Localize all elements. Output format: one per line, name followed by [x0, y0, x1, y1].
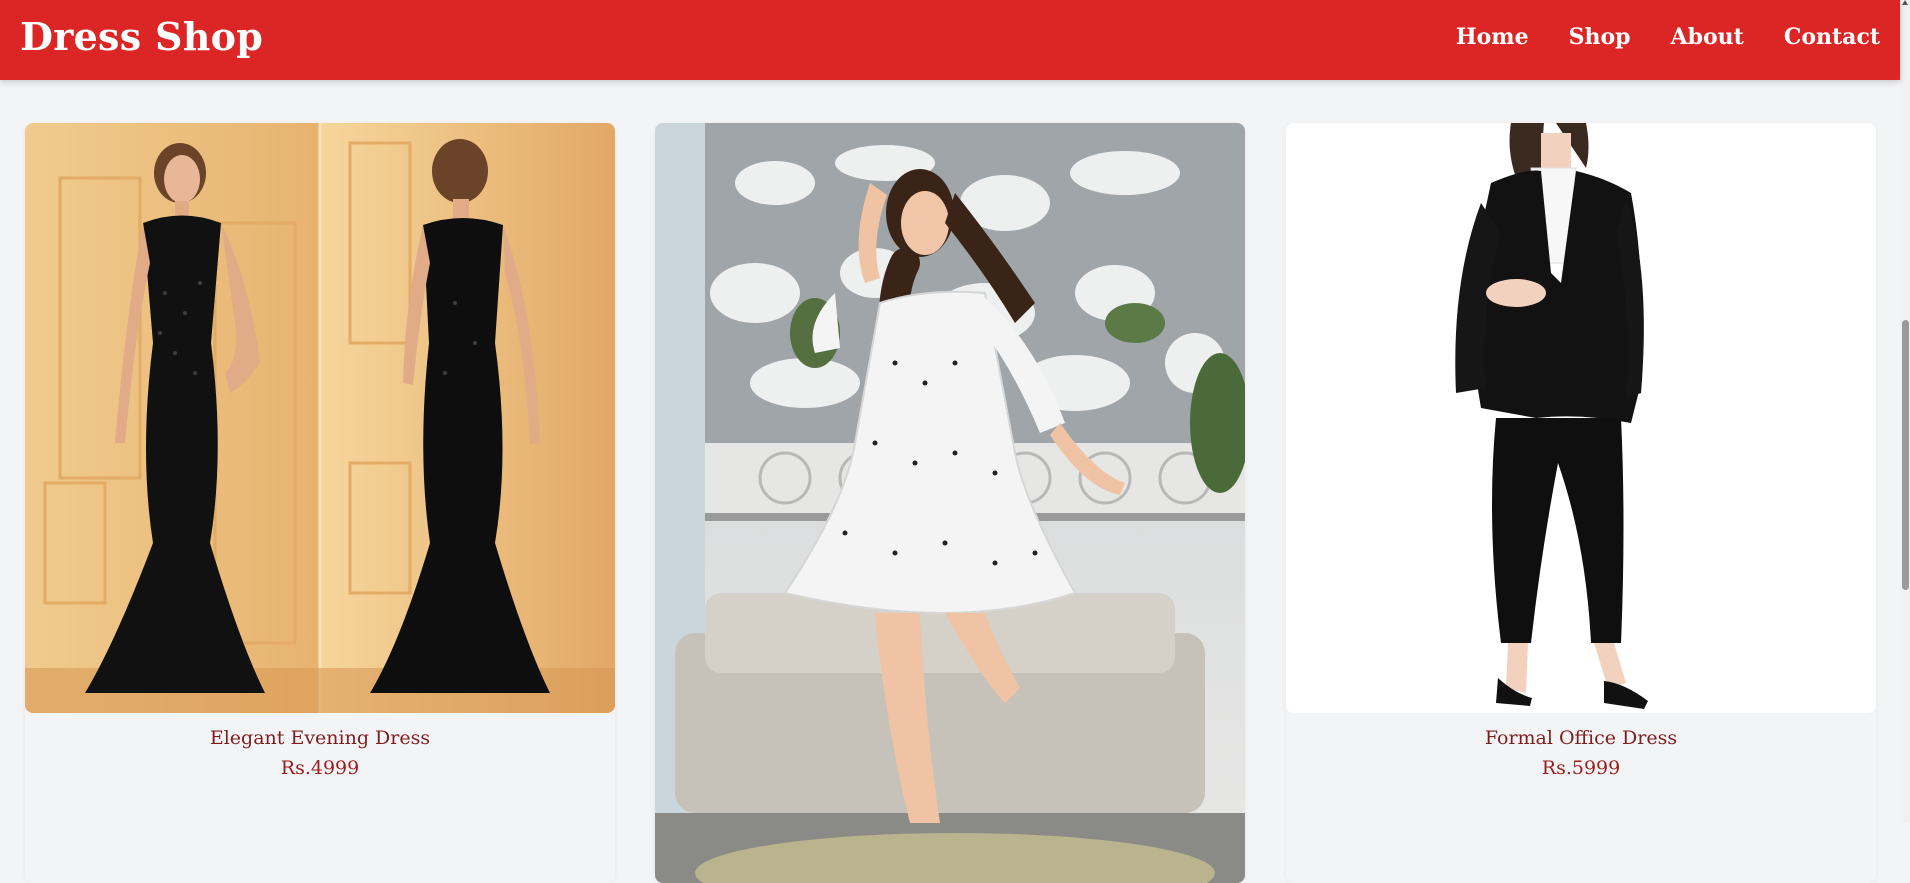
scroll-up-arrow-icon[interactable]: [1902, 0, 1908, 5]
product-card-evening-dress[interactable]: Elegant Evening Dress Rs.4999: [25, 123, 615, 883]
product-price: Rs.4999: [280, 757, 360, 779]
main-nav: Home Shop About Contact: [1456, 22, 1880, 52]
two-views-black-sequin-gown-icon[interactable]: [25, 123, 615, 713]
site-header: Dress Shop Home Shop About Contact: [0, 0, 1900, 80]
product-card-office-dress[interactable]: Formal Office Dress Rs.5999: [1286, 123, 1876, 883]
product-price: Rs.5999: [1541, 757, 1621, 779]
scrollbar-thumb[interactable]: [1902, 320, 1909, 590]
nav-about-link[interactable]: About: [1671, 22, 1744, 52]
product-title[interactable]: Elegant Evening Dress: [25, 726, 615, 750]
product-title[interactable]: Formal Office Dress: [1286, 726, 1876, 750]
nav-shop-link[interactable]: Shop: [1569, 22, 1631, 52]
black-pantsuit-icon[interactable]: [1286, 123, 1876, 713]
product-card-white-dress[interactable]: [655, 123, 1245, 883]
nav-home-link[interactable]: Home: [1456, 22, 1529, 52]
brand-logo[interactable]: Dress Shop: [20, 15, 263, 59]
nav-contact-link[interactable]: Contact: [1784, 22, 1880, 52]
white-tiered-dress-model-icon[interactable]: [655, 123, 1245, 883]
